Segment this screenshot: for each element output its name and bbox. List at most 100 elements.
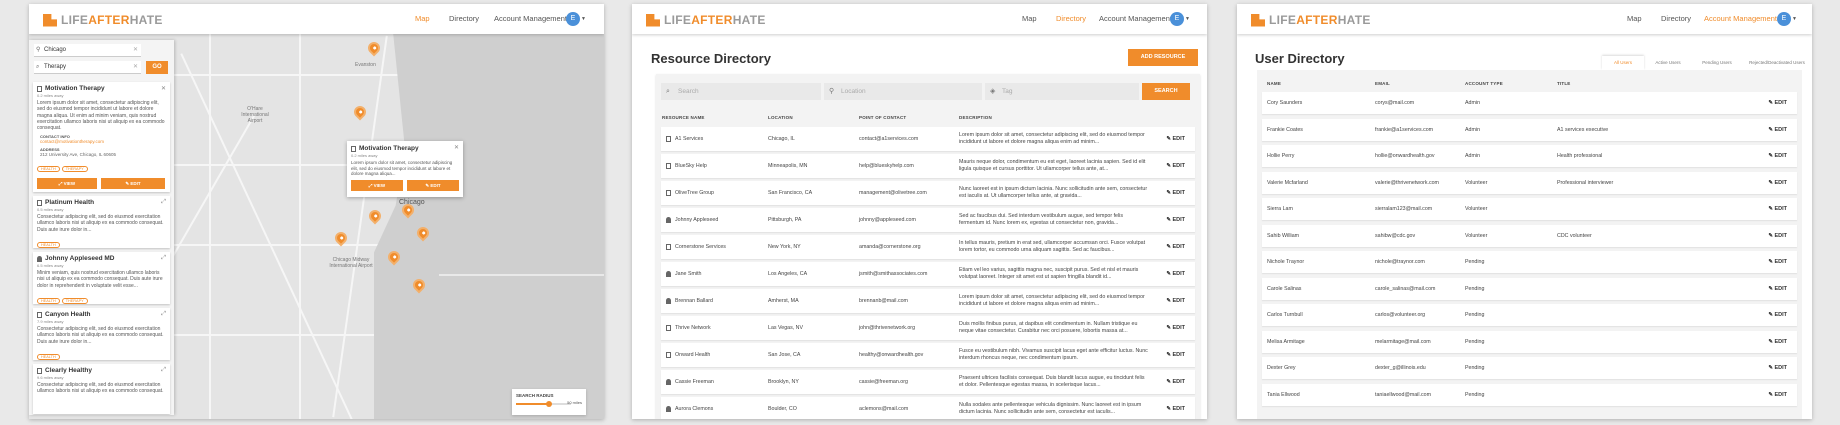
tab-all-users[interactable]: All Users: [1602, 56, 1644, 70]
user-name[interactable]: Cory Saunders: [1267, 100, 1302, 107]
avatar[interactable]: E: [1170, 12, 1184, 26]
search-input[interactable]: ⌕ Search: [661, 83, 821, 100]
map-pin[interactable]: [366, 207, 384, 225]
user-name[interactable]: Valerie Mcfarland: [1267, 180, 1308, 187]
tag-badge[interactable]: THERAPY: [61, 166, 88, 173]
col-header-location[interactable]: LOCATION: [768, 115, 793, 120]
expand-icon[interactable]: ⤢: [161, 199, 166, 206]
tab-rejected-deactivated-users[interactable]: Rejected/Deactivated Users: [1742, 56, 1812, 70]
edit-button[interactable]: ✎ EDIT: [1768, 153, 1787, 159]
tab-active-users[interactable]: Active Users: [1647, 56, 1689, 70]
edit-button[interactable]: ✎ EDIT: [1768, 100, 1787, 106]
clear-icon[interactable]: ✕: [133, 61, 138, 74]
edit-button[interactable]: ✎ EDIT: [1768, 259, 1787, 265]
logo[interactable]: LIFEAFTERHATE: [1251, 13, 1371, 27]
tag-badge[interactable]: THERAPY: [61, 297, 88, 304]
user-name[interactable]: Hollie Perry: [1267, 153, 1294, 160]
map-pin[interactable]: [351, 103, 369, 121]
table-row[interactable]: Tania Ellwood taniaellwood@mail.com Pendin…: [1262, 383, 1797, 406]
close-icon[interactable]: ✕: [161, 85, 166, 92]
tag-badge[interactable]: HEALTH: [37, 297, 60, 304]
nav-directory[interactable]: Directory: [1661, 14, 1691, 23]
resource-name[interactable]: Cornerstone Services: [675, 244, 726, 251]
resource-name[interactable]: Johnny Appleseed: [675, 217, 718, 224]
radius-slider[interactable]: [516, 401, 571, 407]
map-pin[interactable]: [365, 39, 383, 57]
edit-button[interactable]: ✎ EDIT: [1166, 163, 1185, 169]
col-header-account-type[interactable]: ACCOUNT TYPE: [1465, 81, 1503, 86]
nav-directory[interactable]: Directory: [449, 14, 479, 23]
table-row[interactable]: Aurora Clemons Boulder, CO aclemons@mail.c…: [661, 397, 1195, 419]
contact-link[interactable]: contact@motivationtherapy.com: [40, 139, 166, 144]
edit-button[interactable]: ✎ EDIT: [1166, 271, 1185, 277]
edit-button[interactable]: ✎ EDIT: [1768, 233, 1787, 239]
table-row[interactable]: Carlos Turnbull carlos@volunteer.org Pendi…: [1262, 304, 1797, 326]
table-row[interactable]: A1 Services Chicago, IL contact@a1services…: [661, 127, 1195, 151]
edit-button[interactable]: ✎ EDIT: [1166, 352, 1185, 358]
tag-input[interactable]: ◈ Tag: [985, 83, 1139, 100]
search-input[interactable]: ⌕ Therapy ✕: [34, 61, 141, 74]
col-header-point-of-contact[interactable]: POINT OF CONTACT: [859, 115, 906, 120]
resource-name[interactable]: Brennan Ballard: [675, 298, 713, 305]
resource-name[interactable]: Aurora Clemons: [675, 406, 713, 413]
edit-button[interactable]: ✎ EDIT: [1768, 127, 1787, 133]
map-popup[interactable]: Motivation Therapy ✕ 0.2 miles away Lore…: [347, 141, 463, 197]
edit-button[interactable]: ✎ EDIT: [1768, 286, 1787, 292]
avatar[interactable]: E: [566, 12, 580, 26]
nav-map[interactable]: Map: [1627, 14, 1642, 23]
tag-badge[interactable]: HEALTH: [37, 353, 60, 360]
resource-name[interactable]: BlueSky Help: [675, 163, 707, 170]
nav-map[interactable]: Map: [415, 14, 430, 23]
avatar[interactable]: E: [1777, 12, 1791, 26]
popup-view-button[interactable]: ⤢ VIEW: [351, 179, 403, 191]
go-button[interactable]: GO: [146, 61, 168, 74]
col-header-title[interactable]: TITLE: [1557, 81, 1571, 86]
table-row[interactable]: Johnny Appleseed Pittsburgh, PA johnny@app…: [661, 208, 1195, 232]
edit-button[interactable]: ✎ EDIT: [1166, 217, 1185, 223]
table-row[interactable]: Jane Smith Los Angeles, CA jsmith@smithass…: [661, 262, 1195, 286]
table-row[interactable]: Dexter Grey dexter_g@illinois.edu Pending ✎…: [1262, 357, 1797, 379]
nav-account-management[interactable]: Account Management: [1704, 14, 1777, 23]
chevron-down-icon[interactable]: ▼: [581, 16, 586, 22]
nav-account-management[interactable]: Account Management: [494, 14, 567, 23]
col-header-name[interactable]: NAME: [1267, 81, 1281, 86]
table-row[interactable]: Brennan Ballard Amherst, MA brennanb@mail.…: [661, 289, 1195, 313]
edit-button[interactable]: ✎ EDIT: [1166, 136, 1185, 142]
close-icon[interactable]: ✕: [454, 144, 459, 151]
table-row[interactable]: BlueSky Help Minneapolis, MN help@blueskyh…: [661, 154, 1195, 178]
table-row[interactable]: OliveTree Group San Francisco, CA manageme…: [661, 181, 1195, 205]
user-name[interactable]: Dexter Grey: [1267, 365, 1296, 372]
view-button[interactable]: ⤢ VIEW: [37, 178, 97, 190]
tag-badge[interactable]: HEALTH: [37, 166, 60, 173]
table-row[interactable]: Sierra Lam sierralam123@mail.com Volunteer…: [1262, 198, 1797, 220]
resource-name[interactable]: A1 Services: [675, 136, 703, 143]
edit-button[interactable]: ✎ EDIT: [1166, 244, 1185, 250]
chevron-down-icon[interactable]: ▼: [1185, 16, 1190, 22]
chevron-down-icon[interactable]: ▼: [1792, 16, 1797, 22]
result-card-expanded[interactable]: Motivation Therapy ✕ 0.2 miles away Lore…: [33, 82, 170, 192]
col-header-description[interactable]: DESCRIPTION: [959, 115, 992, 120]
nav-directory[interactable]: Directory: [1056, 14, 1086, 23]
resource-name[interactable]: Thrive Network: [675, 325, 711, 332]
tab-pending-users[interactable]: Pending Users: [1692, 56, 1742, 70]
add-resource-button[interactable]: ADD RESOURCE: [1128, 49, 1198, 66]
location-input[interactable]: ⚲ Location: [824, 83, 982, 100]
logo[interactable]: LIFEAFTERHATE: [646, 13, 766, 27]
resource-name[interactable]: Onward Health: [675, 352, 710, 359]
edit-button[interactable]: ✎ EDIT: [1768, 206, 1787, 212]
expand-icon[interactable]: ⤢: [161, 255, 166, 262]
table-row[interactable]: Cornerstone Services New York, NY amanda@c…: [661, 235, 1195, 259]
edit-button[interactable]: ✎ EDIT: [101, 178, 165, 190]
edit-button[interactable]: ✎ EDIT: [1166, 379, 1185, 385]
table-row[interactable]: Hollie Perry hollie@onwardhealth.gov Admin…: [1262, 145, 1797, 167]
expand-icon[interactable]: ⤢: [161, 311, 166, 318]
clear-icon[interactable]: ✕: [133, 44, 138, 57]
edit-button[interactable]: ✎ EDIT: [1166, 298, 1185, 304]
result-card[interactable]: Platinum Health ⤢ 0.5 miles away Consect…: [33, 196, 170, 248]
popup-edit-button[interactable]: ✎ EDIT: [407, 179, 459, 191]
col-header-resource-name[interactable]: RESOURCE NAME: [662, 115, 705, 120]
user-name[interactable]: Carole Salinas: [1267, 286, 1301, 293]
location-field[interactable]: ⚲ Chicago ✕: [34, 44, 141, 57]
col-header-email[interactable]: EMAIL: [1375, 81, 1390, 86]
user-name[interactable]: Frankie Coates: [1267, 127, 1303, 134]
